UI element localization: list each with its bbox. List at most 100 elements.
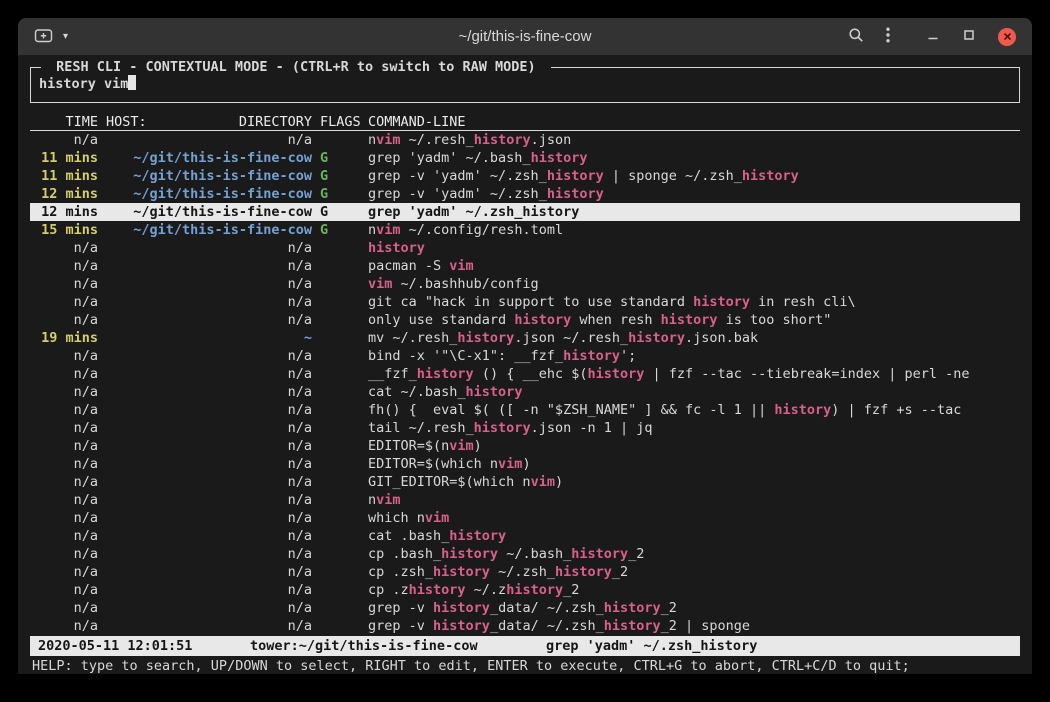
row-time: n/a <box>34 509 98 527</box>
row-command: grep 'yadm' ~/.zsh_history <box>368 203 1016 221</box>
row-host-directory: n/a <box>106 383 312 401</box>
row-flags <box>320 545 366 563</box>
row-host-directory: ~/git/this-is-fine-cow <box>106 167 312 185</box>
table-row-selected[interactable]: 12 mins~/git/this-is-fine-cowGgrep 'yadm… <box>30 203 1020 221</box>
row-flags: G <box>320 221 366 239</box>
new-tab-button[interactable] <box>34 27 53 47</box>
row-time: n/a <box>34 581 98 599</box>
table-row[interactable]: n/an/anvim <box>30 491 1020 509</box>
match-highlight: history <box>555 564 612 580</box>
tab-dropdown-button[interactable]: ▾ <box>63 31 68 42</box>
match-highlight: history <box>547 186 604 202</box>
row-flags <box>320 473 366 491</box>
table-row[interactable]: n/an/agrep -v history_data/ ~/.zsh_histo… <box>30 599 1020 617</box>
table-row[interactable]: n/an/atail ~/.resh_history.json -n 1 | j… <box>30 419 1020 437</box>
row-command: cp .zhistory ~/.zhistory_2 <box>368 581 1016 599</box>
minimize-icon <box>926 28 940 46</box>
row-command: grep -v history_data/ ~/.zsh_history_2 <box>368 599 1016 617</box>
row-flags <box>320 455 366 473</box>
row-flags <box>320 383 366 401</box>
table-row[interactable]: n/an/acat ~/.bash_history <box>30 383 1020 401</box>
menu-button[interactable] <box>886 27 890 47</box>
row-flags <box>320 437 366 455</box>
table-row[interactable]: n/an/a__fzf_history () { __ehc $(history… <box>30 365 1020 383</box>
table-row[interactable]: 15 mins~/git/this-is-fine-cowGnvim ~/.co… <box>30 221 1020 239</box>
restore-button[interactable] <box>962 28 976 46</box>
minimize-button[interactable] <box>926 28 940 46</box>
row-time: n/a <box>34 437 98 455</box>
row-host-directory: n/a <box>106 293 312 311</box>
row-host-directory: n/a <box>106 401 312 419</box>
row-flags <box>320 239 366 257</box>
table-row[interactable]: n/a n/a cp .zhistory ~/.zhistory_2 <box>30 581 1020 599</box>
match-highlight: vim <box>376 222 400 238</box>
row-command: history <box>368 239 1016 257</box>
match-highlight: history <box>433 564 490 580</box>
table-header: TIME HOST:DIRECTORY FLAGS COMMAND-LINE <box>30 113 1020 131</box>
row-time: n/a <box>34 275 98 293</box>
row-time: n/a <box>34 257 98 275</box>
table-row[interactable]: n/an/aEDITOR=$(which nvim) <box>30 455 1020 473</box>
row-command: pacman -S vim <box>368 257 1016 275</box>
row-host-directory: n/a <box>106 131 312 149</box>
search-button[interactable] <box>848 27 864 47</box>
match-highlight: history <box>441 546 498 562</box>
row-host-directory: n/a <box>106 563 312 581</box>
table-row[interactable]: n/an/aGIT_EDITOR=$(which nvim) <box>30 473 1020 491</box>
table-row[interactable]: n/an/acp .bash_history ~/.bash_history_2 <box>30 545 1020 563</box>
table-row[interactable]: n/an/awhich nvim <box>30 509 1020 527</box>
row-time: n/a <box>34 383 98 401</box>
row-host-directory: ~/git/this-is-fine-cow <box>106 149 312 167</box>
match-highlight: vim <box>425 510 449 526</box>
row-time: n/a <box>34 491 98 509</box>
row-flags <box>320 365 366 383</box>
history-rows: n/an/anvim ~/.resh_history.json11 mins~/… <box>30 131 1020 635</box>
status-location: tower:~/git/this-is-fine-cow <box>250 636 546 656</box>
search-query-text: history vim <box>39 76 128 92</box>
table-row[interactable]: n/an/ahistory <box>30 239 1020 257</box>
table-row[interactable]: 19 mins~mv ~/.resh_history.json ~/.resh_… <box>30 329 1020 347</box>
terminal-window: ▾ ~/git/this-is-fine-cow <box>18 18 1032 674</box>
row-flags: G <box>320 203 366 221</box>
row-command: grep -v 'yadm' ~/.zsh_history | sponge ~… <box>368 167 1016 185</box>
row-host-directory: n/a <box>106 239 312 257</box>
table-row[interactable]: n/an/acat .bash_history <box>30 527 1020 545</box>
row-time: n/a <box>34 401 98 419</box>
header-host-directory: HOST:DIRECTORY <box>106 113 312 130</box>
row-command: __fzf_history () { __ehc $(history | fzf… <box>368 365 1016 383</box>
match-highlight: vim <box>368 276 392 292</box>
row-host-directory: n/a <box>106 257 312 275</box>
search-box[interactable]: RESH CLI - CONTEXTUAL MODE - (CTRL+R to … <box>30 67 1020 103</box>
row-host-directory: n/a <box>106 581 312 599</box>
close-button[interactable] <box>998 28 1016 46</box>
row-flags <box>320 491 366 509</box>
table-row[interactable]: n/an/avim ~/.bashhub/config <box>30 275 1020 293</box>
row-command: nvim <box>368 491 1016 509</box>
row-command: nvim ~/.config/resh.toml <box>368 221 1016 239</box>
row-flags <box>320 401 366 419</box>
match-highlight: history <box>368 240 425 256</box>
row-command: which nvim <box>368 509 1016 527</box>
table-row[interactable]: n/an/acp .zsh_history ~/.zsh_history_2 <box>30 563 1020 581</box>
table-row[interactable]: n/an/anvim ~/.resh_history.json <box>30 131 1020 149</box>
table-row[interactable]: n/an/agit ca "hack in support to use sta… <box>30 293 1020 311</box>
restore-icon <box>962 28 976 46</box>
table-row[interactable]: n/an/aonly use standard history when res… <box>30 311 1020 329</box>
table-row[interactable]: 12 mins~/git/this-is-fine-cowGgrep -v 'y… <box>30 185 1020 203</box>
match-highlight: history <box>774 402 831 418</box>
match-highlight: history <box>409 582 466 598</box>
table-row[interactable]: 11 mins~/git/this-is-fine-cowGgrep -v 'y… <box>30 167 1020 185</box>
table-row[interactable]: n/a n/a pacman -S vim <box>30 257 1020 275</box>
terminal-screen: RESH CLI - CONTEXTUAL MODE - (CTRL+R to … <box>18 55 1032 674</box>
table-row[interactable]: n/an/aEDITOR=$(nvim) <box>30 437 1020 455</box>
row-host-directory: n/a <box>106 473 312 491</box>
table-row[interactable]: n/an/abind -x '"\C-x1": __fzf_history'; <box>30 347 1020 365</box>
row-flags: G <box>320 167 366 185</box>
table-row[interactable]: n/an/afh() { eval $( ([ -n "$ZSH_NAME" ]… <box>30 401 1020 419</box>
match-highlight: history <box>563 348 620 364</box>
table-row[interactable]: n/an/agrep -v history_data/ ~/.zsh_histo… <box>30 617 1020 635</box>
table-row[interactable]: 11 mins~/git/this-is-fine-cowGgrep 'yadm… <box>30 149 1020 167</box>
match-highlight: history <box>417 366 474 382</box>
row-flags <box>320 311 366 329</box>
match-highlight: history <box>474 420 531 436</box>
